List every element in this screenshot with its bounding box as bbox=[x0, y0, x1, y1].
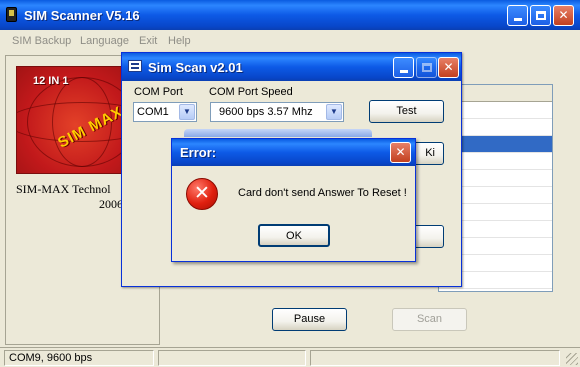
chevron-down-icon[interactable]: ▼ bbox=[179, 104, 195, 120]
status-cell-empty bbox=[158, 350, 306, 366]
com-port-label: COM Port bbox=[134, 86, 183, 98]
main-close-button[interactable]: ✕ bbox=[553, 5, 574, 26]
sim-card-icon bbox=[6, 7, 17, 22]
main-window-title: SIM Scanner V5.16 bbox=[24, 8, 140, 23]
scan-maximize-button bbox=[416, 57, 437, 78]
error-dialog: Error: ✕ ✕ Card don't send Answer To Res… bbox=[171, 138, 416, 262]
close-icon: ✕ bbox=[558, 8, 569, 22]
minimize-icon bbox=[513, 18, 522, 21]
speed-select[interactable]: 9600 bps 3.57 Mhz ▼ bbox=[210, 102, 344, 122]
status-cell-empty bbox=[310, 350, 560, 366]
com-port-value: COM1 bbox=[137, 106, 169, 118]
pause-button[interactable]: Pause bbox=[272, 308, 347, 331]
main-minimize-button[interactable] bbox=[507, 5, 528, 26]
speed-label: COM Port Speed bbox=[209, 86, 293, 98]
error-close-button[interactable]: ✕ bbox=[390, 142, 411, 163]
scan-minimize-button[interactable] bbox=[393, 57, 414, 78]
scan-button[interactable]: Scan bbox=[392, 308, 467, 331]
close-icon: ✕ bbox=[395, 145, 406, 159]
status-bar: COM9, 9600 bps bbox=[0, 347, 580, 367]
speed-value: 9600 bps 3.57 Mhz bbox=[219, 106, 313, 118]
menu-bar: SIM Backup Language Exit Help bbox=[0, 30, 580, 52]
error-title-bar[interactable]: Error: ✕ bbox=[172, 139, 415, 166]
main-title-bar[interactable]: SIM Scanner V5.16 ✕ bbox=[0, 0, 580, 30]
minimize-icon bbox=[399, 70, 408, 73]
status-connection: COM9, 9600 bps bbox=[4, 350, 154, 366]
error-dialog-title: Error: bbox=[180, 145, 217, 160]
scan-title-bar[interactable]: Sim Scan v2.01 ✕ bbox=[122, 53, 461, 81]
app-window-icon bbox=[128, 60, 142, 72]
menu-item-sim-backup[interactable]: SIM Backup bbox=[12, 35, 71, 47]
test-button[interactable]: Test bbox=[369, 100, 444, 123]
ok-button[interactable]: OK bbox=[258, 224, 330, 247]
error-message: Card don't send Answer To Reset ! bbox=[238, 187, 407, 199]
chevron-down-icon[interactable]: ▼ bbox=[326, 104, 342, 120]
year-text: 2006 bbox=[99, 197, 123, 211]
scan-close-button[interactable]: ✕ bbox=[438, 57, 459, 78]
resize-grip-icon[interactable] bbox=[566, 353, 578, 365]
error-x-icon: ✕ bbox=[186, 178, 218, 210]
logo-text-12in1: 12 IN 1 bbox=[33, 75, 69, 87]
menu-item-help[interactable]: Help bbox=[168, 35, 191, 47]
close-icon: ✕ bbox=[443, 60, 454, 74]
com-port-select[interactable]: COM1 ▼ bbox=[133, 102, 197, 122]
menu-item-language[interactable]: Language bbox=[80, 35, 129, 47]
menu-item-exit[interactable]: Exit bbox=[139, 35, 157, 47]
scan-dialog-title: Sim Scan v2.01 bbox=[148, 60, 243, 75]
maximize-icon bbox=[535, 11, 546, 20]
maximize-icon bbox=[421, 63, 432, 72]
progress-bar bbox=[184, 129, 372, 137]
main-maximize-button[interactable] bbox=[530, 5, 551, 26]
